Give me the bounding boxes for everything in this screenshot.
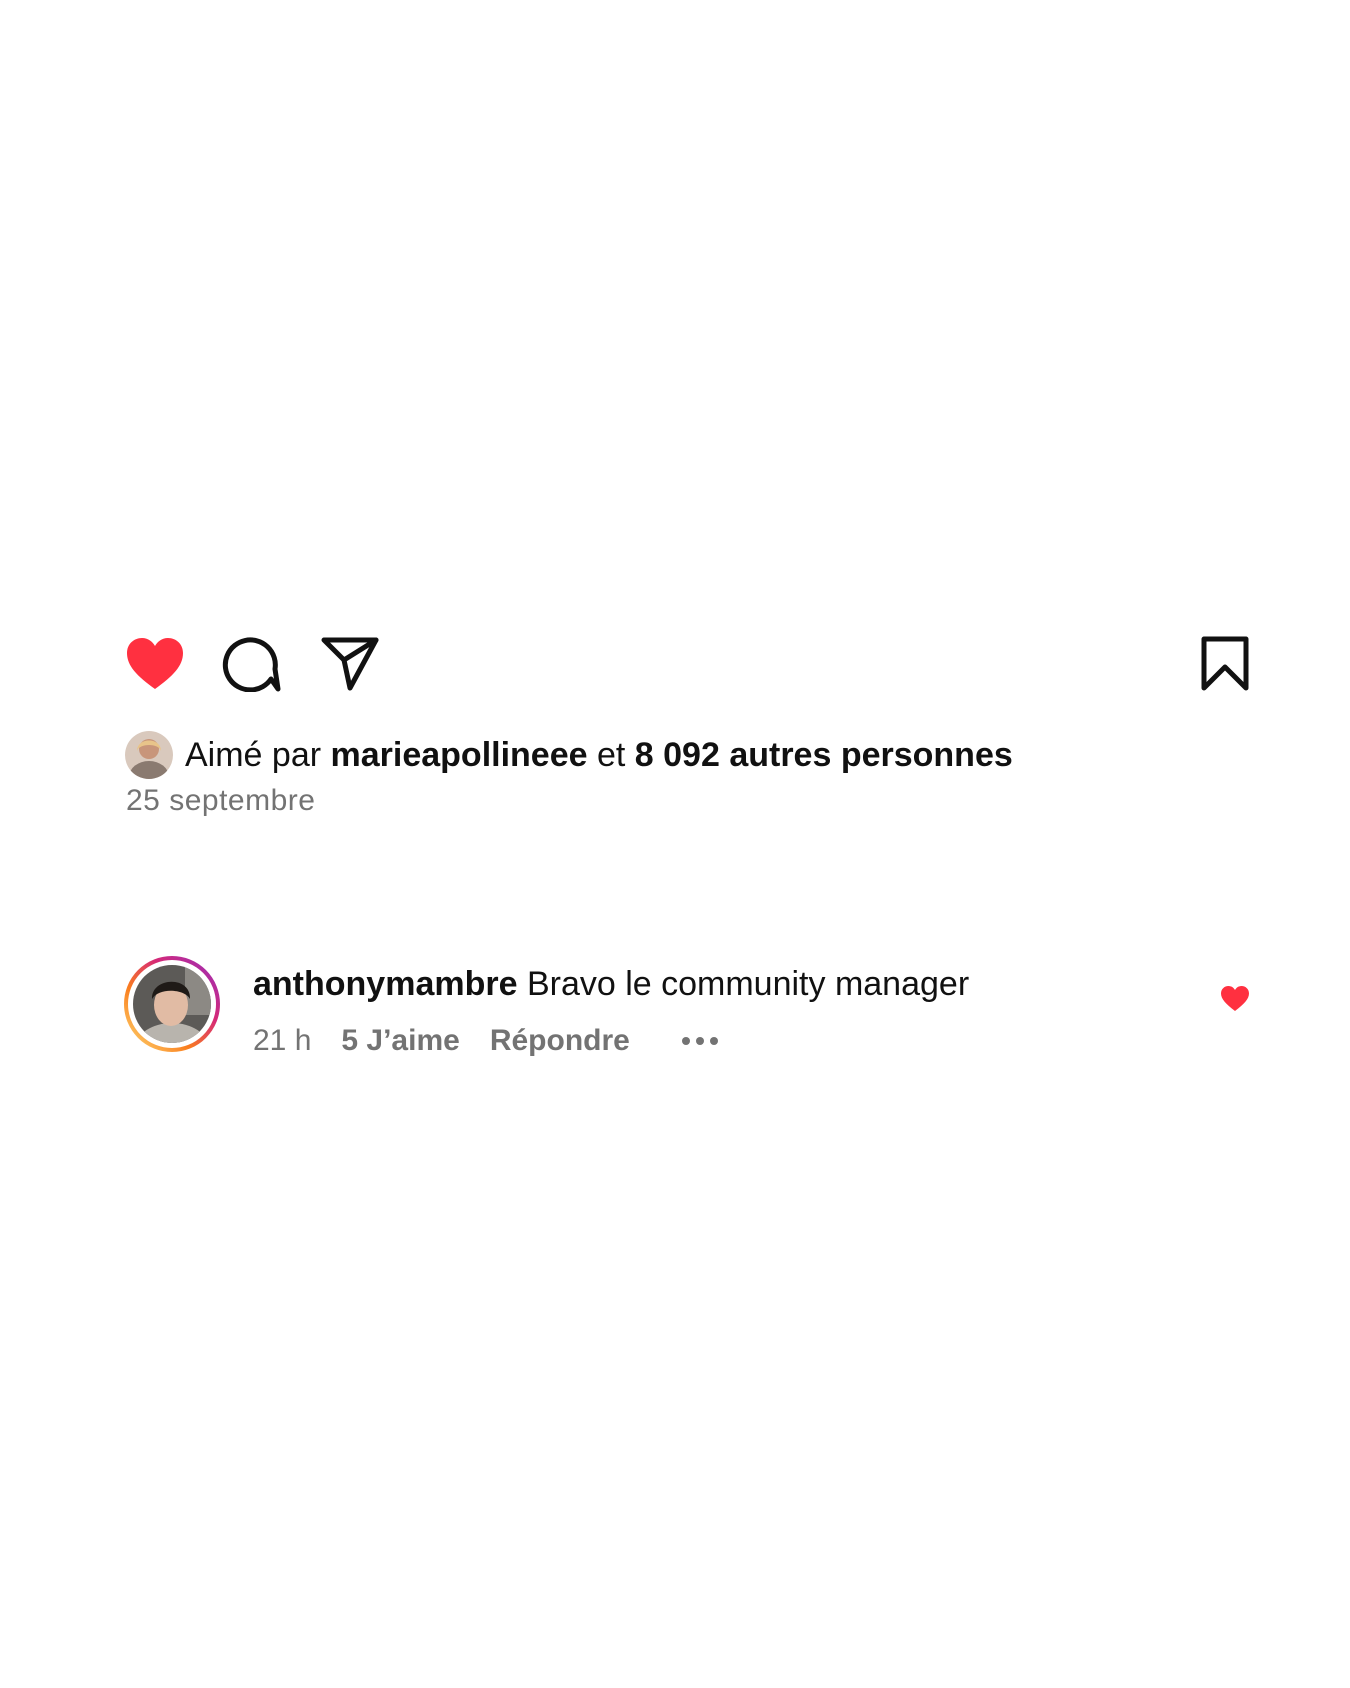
post-action-bar bbox=[125, 636, 1255, 692]
post-date: 25 septembre bbox=[126, 784, 316, 817]
liker-avatar[interactable] bbox=[125, 731, 173, 779]
comment-icon[interactable] bbox=[222, 636, 282, 692]
comment-likes-count[interactable]: 5 J’aime bbox=[341, 1024, 459, 1058]
comment-body: anthonymambre Bravo le community manager bbox=[253, 965, 969, 1004]
share-paper-plane-icon[interactable] bbox=[320, 636, 380, 692]
bookmark-icon[interactable] bbox=[1200, 636, 1250, 692]
liked-by-prefix: Aimé par bbox=[185, 735, 322, 774]
liker-username[interactable]: marieapollineee bbox=[331, 736, 588, 775]
likes-summary: Aimé par marieapollineee et 8 092 autres… bbox=[125, 730, 1013, 780]
liked-by-connector: et bbox=[596, 735, 626, 774]
comment-like-heart-icon[interactable] bbox=[1220, 985, 1250, 1013]
comment-time: 21 h bbox=[253, 1024, 312, 1057]
commenter-avatar[interactable] bbox=[123, 955, 221, 1053]
more-options-icon[interactable] bbox=[680, 1031, 720, 1051]
reply-button[interactable]: Répondre bbox=[490, 1024, 630, 1058]
like-heart-icon[interactable] bbox=[125, 636, 185, 692]
comment-username[interactable]: anthonymambre bbox=[253, 965, 518, 1003]
comment-text: Bravo le community manager bbox=[526, 965, 970, 1003]
other-likers-count[interactable]: 8 092 autres personnes bbox=[635, 736, 1013, 775]
comment-meta: 21 h 5 J’aime Répondre bbox=[253, 1024, 720, 1058]
